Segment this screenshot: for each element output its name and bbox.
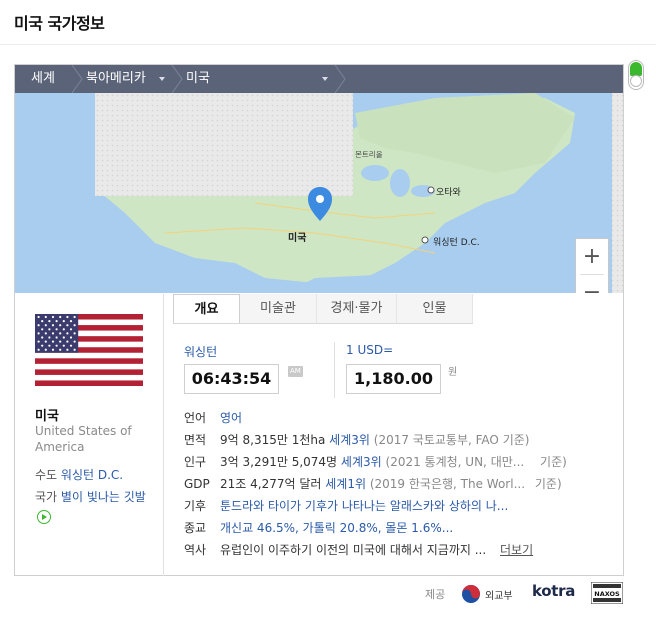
breadcrumb-continent[interactable]: 북아메리카 [86, 65, 146, 93]
anthem-link[interactable]: 별이 빛나는 깃발 [61, 490, 146, 504]
provider-label: 제공 [425, 588, 446, 601]
exchange-value: 1,180.00 [346, 364, 441, 394]
map-label-washington: 워싱턴 D.C. [433, 238, 480, 248]
tab-economy[interactable]: 경제·물가 [317, 294, 397, 324]
population-rank-link[interactable]: 세계3위 [341, 455, 382, 469]
climate-link[interactable]: 툰드라와 타이가 기후가 나타나는 알래스카와 상하의 나... [220, 496, 508, 516]
map-label-ottawa: 오타와 [436, 188, 461, 198]
fact-area: 면적 9억 8,315만 1천ha 세계3위 (2017 국토교통부, FAO … [184, 433, 530, 447]
taegeuk-icon [462, 585, 480, 603]
mofa-logo[interactable]: 외교부 [461, 583, 513, 605]
am-pm-badge: AM [288, 366, 303, 377]
title-divider [0, 44, 656, 45]
exchange-label[interactable]: 1 USD= [346, 343, 393, 357]
more-link[interactable]: 더보기 [500, 543, 533, 557]
fact-population: 인구 3억 3,291만 5,074명 세계3위 (2021 통계청, UN, … [184, 455, 567, 469]
naxos-logo[interactable]: NAXOS [591, 582, 623, 604]
country-map[interactable]: 몬트리올 미국 오타와 워싱턴 D.C. + − [15, 93, 623, 293]
zoom-out-button[interactable]: − [576, 275, 608, 293]
breadcrumb: 세계 북아메리카 미국 [15, 65, 623, 93]
tab-overview[interactable]: 개요 [173, 294, 240, 324]
play-icon[interactable] [37, 510, 51, 524]
country-name-korean: 미국 [35, 409, 59, 424]
country-details: 개요 미술관 경제·물가 인물 워싱턴 06:43:54 AM 1 USD= 1… [165, 294, 623, 576]
chevron-down-icon[interactable] [322, 77, 328, 81]
capital-row: 수도 워싱턴 D.C. [35, 468, 124, 482]
us-flag-image [35, 314, 143, 386]
tab-people[interactable]: 인물 [397, 294, 473, 324]
breadcrumb-country[interactable]: 미국 [186, 65, 210, 93]
breadcrumb-separator [70, 65, 84, 93]
fact-history: 역사 유럽인이 이주하기 이전의 미국에 대해서 지금까지 ... 더보기 [184, 543, 534, 557]
country-summary: 미국 United States of America 수도 워싱턴 D.C. … [15, 294, 164, 576]
breadcrumb-separator [333, 65, 347, 93]
chevron-down-icon[interactable] [159, 77, 165, 81]
provider-footer: 제공 외교부 kotra NAXOS [0, 578, 656, 608]
country-name-english: United States of America [35, 424, 132, 454]
page-title: 미국 국가정보 [14, 14, 105, 33]
kotra-logo[interactable]: kotra [532, 582, 575, 600]
map-label-country: 미국 [288, 233, 307, 244]
zoom-in-button[interactable]: + [576, 239, 608, 274]
map-graphic [95, 93, 623, 293]
breadcrumb-separator [170, 65, 184, 93]
fact-climate: 기후 툰드라와 타이가 기후가 나타나는 알래스카와 상하의 나... [184, 496, 614, 516]
exchange-unit: 원 [448, 367, 458, 378]
capital-link[interactable]: 워싱턴 D.C. [61, 468, 123, 482]
breadcrumb-world[interactable]: 세계 [31, 65, 55, 93]
svg-text:NAXOS: NAXOS [594, 590, 620, 598]
tab-gallery[interactable]: 미술관 [240, 294, 317, 324]
local-time: 06:43:54 [184, 364, 279, 394]
fact-language: 언어 영어 [184, 411, 243, 425]
anthem-row: 국가 별이 빛나는 깃발 [35, 487, 150, 527]
fact-religion: 종교 개신교 46.5%, 가톨릭 20.8%, 몰몬 1.6%... [184, 518, 614, 538]
religion-link[interactable]: 개신교 46.5%, 가톨릭 20.8%, 몰몬 1.6%... [220, 518, 453, 538]
panel-toggle[interactable] [628, 60, 644, 90]
fact-gdp: GDP 21조 4,277억 달러 세계1위 (2019 한국은행, The W… [184, 477, 562, 491]
country-info-card: 세계 북아메리카 미국 몬트리올 미국 오타와 워싱턴 D.C. + − 미국 … [14, 64, 624, 576]
area-rank-link[interactable]: 세계3위 [329, 433, 370, 447]
gdp-rank-link[interactable]: 세계1위 [325, 477, 366, 491]
map-zoom-controls: + − [575, 238, 609, 293]
clock-city-label: 워싱턴 [184, 345, 218, 359]
